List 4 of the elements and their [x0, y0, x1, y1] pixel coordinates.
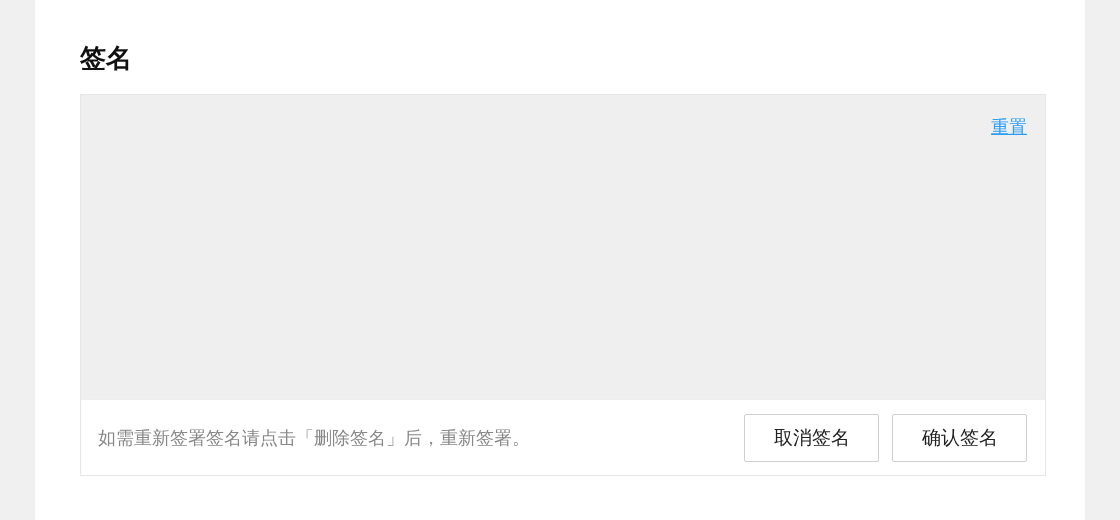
- hint-text: 如需重新签署签名请点击「删除签名」后，重新签署。: [98, 425, 531, 450]
- confirm-button[interactable]: 确认签名: [892, 413, 1027, 462]
- section-title: 签名: [80, 42, 133, 75]
- cancel-button[interactable]: 取消签名: [744, 413, 879, 462]
